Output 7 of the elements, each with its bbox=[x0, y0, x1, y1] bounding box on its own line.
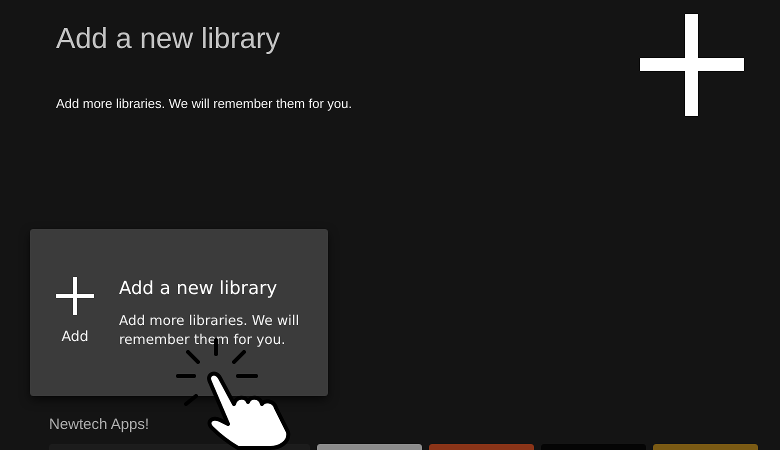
add-label: Add bbox=[61, 328, 89, 347]
page-subtitle: Add more libraries. We will remember them for you. bbox=[56, 95, 352, 113]
card-title: Add a new library bbox=[119, 277, 278, 301]
page-title: Add a new library bbox=[56, 22, 282, 56]
row-title: Newtech Apps! bbox=[49, 415, 150, 435]
plus-icon bbox=[640, 14, 744, 116]
plus-icon bbox=[56, 277, 94, 315]
